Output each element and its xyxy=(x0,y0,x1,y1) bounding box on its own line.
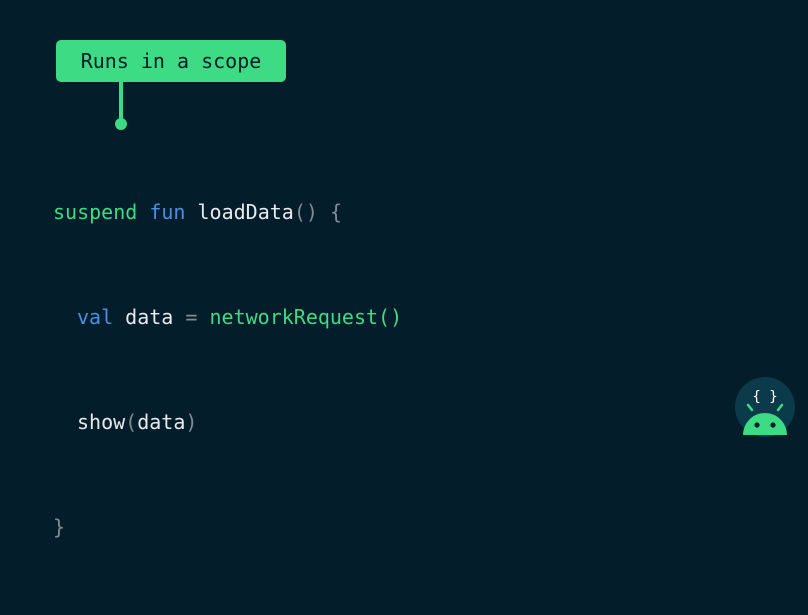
network-request-call: networkRequest() xyxy=(209,305,403,329)
equals-sign: = xyxy=(185,305,198,329)
show-close-paren: ) xyxy=(185,410,198,434)
keyword-suspend: suspend xyxy=(53,200,138,224)
keyword-fun: fun xyxy=(149,200,186,224)
code-line-1: suspend fun loadData() { xyxy=(53,195,402,230)
keyword-val: val xyxy=(77,305,114,329)
code-line-3: show(data) xyxy=(53,405,402,440)
show-argument: data xyxy=(137,410,186,434)
open-brace: { xyxy=(329,200,343,224)
code-line-2: val data = networkRequest() xyxy=(53,300,402,335)
slide: Runs in a scope suspend fun loadData() {… xyxy=(0,0,808,539)
show-open-paren: ( xyxy=(125,410,138,434)
function-parens: () xyxy=(293,200,318,224)
logo-braces-glyph: { } xyxy=(752,389,777,405)
callout-label: Runs in a scope xyxy=(56,40,286,82)
close-brace: } xyxy=(53,515,66,539)
function-name: loadData xyxy=(197,200,294,224)
code-block: suspend fun loadData() { val data = netw… xyxy=(53,125,402,615)
code-line-4: } xyxy=(53,510,402,545)
callout-connector-line xyxy=(119,82,123,122)
variable-data: data xyxy=(125,305,174,329)
show-function: show xyxy=(77,410,126,434)
android-coroutines-logo-icon: { } xyxy=(735,377,795,437)
